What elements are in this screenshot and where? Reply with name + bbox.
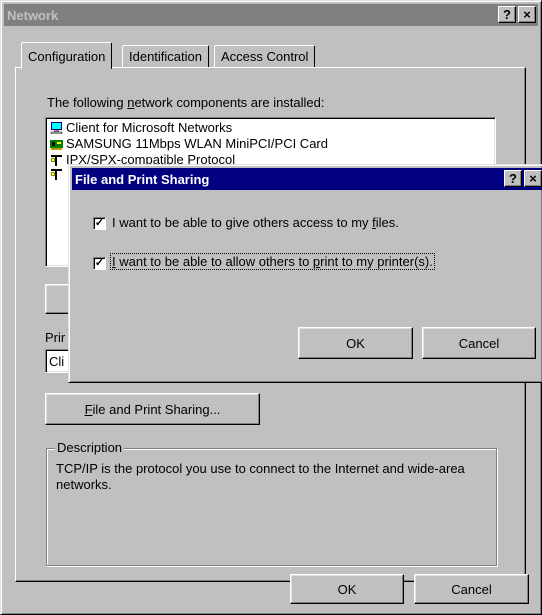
close-icon[interactable]: × [524,170,542,187]
primary-logon-label: Prir [45,330,66,345]
cancel-button[interactable]: Cancel [414,574,529,604]
dialog-cancel-button[interactable]: Cancel [422,327,536,359]
network-adapter-icon [50,139,63,150]
tab-access-control-label: Access Control [221,49,309,64]
share-files-label[interactable]: I want to be able to give others access … [112,215,399,230]
file-and-print-sharing-button[interactable]: File and Print Sharing... [45,393,260,425]
network-title-bar[interactable]: Network ? × [4,4,538,26]
close-icon[interactable]: × [518,6,536,23]
tab-identification-label: Identification [129,49,202,64]
tab-identification[interactable]: Identification [122,45,209,67]
share-printers-checkbox[interactable]: ✓ [93,257,106,270]
primary-logon-value: Cli [49,354,65,369]
tab-configuration[interactable]: Configuration [21,42,113,69]
client-computer-icon [50,121,63,134]
list-item[interactable] [50,168,66,180]
tab-configuration-label: Configuration [28,48,106,64]
protocol-icon [50,154,62,166]
help-icon[interactable]: ? [504,170,522,187]
components-label: The following network components are ins… [47,95,325,110]
list-item[interactable]: SAMSUNG 11Mbps WLAN MiniPCI/PCI Card [50,136,328,151]
description-title: Description [55,440,125,455]
protocol-icon [50,169,62,180]
ok-button[interactable]: OK [290,574,404,604]
list-item[interactable]: Client for Microsoft Networks [50,120,232,135]
tab-access-control[interactable]: Access Control [214,45,316,67]
dialog-ok-button[interactable]: OK [298,327,413,359]
share-files-checkbox[interactable]: ✓ [93,217,106,230]
dialog-title-bar[interactable]: File and Print Sharing ? × [72,168,542,190]
network-title: Network [7,7,59,23]
dialog-title: File and Print Sharing [75,171,210,187]
help-icon[interactable]: ? [498,6,516,23]
share-printers-label[interactable]: I want to be able to allow others to pri… [110,253,435,270]
file-print-sharing-dialog: File and Print Sharing ? × ✓ I want to b… [68,164,542,383]
description-text: TCP/IP is the protocol you use to connec… [56,461,465,492]
